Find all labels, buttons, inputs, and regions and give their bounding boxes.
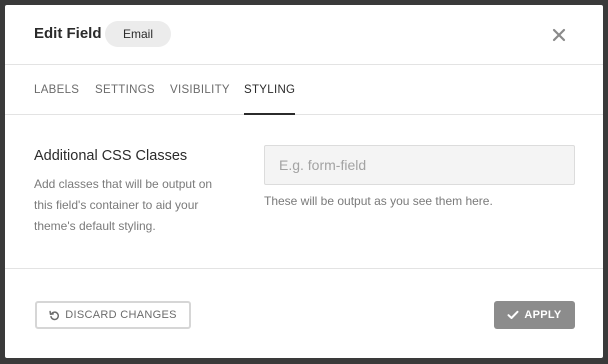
tab-settings[interactable]: SETTINGS xyxy=(95,65,155,115)
modal-title: Edit Field xyxy=(34,25,102,42)
section-description: Add classes that will be output on this … xyxy=(34,177,213,233)
tab-styling[interactable]: STYLING xyxy=(244,65,296,115)
field-type-badge: Email xyxy=(105,21,172,47)
undo-icon xyxy=(49,310,60,321)
discard-changes-button[interactable]: DISCARD CHANGES xyxy=(35,301,191,329)
tab-labels[interactable]: LABELS xyxy=(34,65,79,115)
modal-header: Edit Field Email xyxy=(5,5,603,65)
apply-button[interactable]: APPLY xyxy=(494,301,575,329)
check-icon xyxy=(507,310,519,320)
apply-label: APPLY xyxy=(524,309,562,321)
css-classes-input[interactable] xyxy=(264,145,575,185)
tab-bar: LABELS SETTINGS VISIBILITY STYLING xyxy=(5,65,603,115)
close-icon[interactable] xyxy=(549,25,569,45)
discard-changes-label: DISCARD CHANGES xyxy=(65,309,177,321)
input-help-text: These will be output as you see them her… xyxy=(264,194,493,208)
edit-field-modal: Edit Field Email LABELS SETTINGS VISIBIL… xyxy=(5,5,603,358)
section-title: Additional CSS Classes xyxy=(34,148,188,164)
tab-visibility[interactable]: VISIBILITY xyxy=(170,65,230,115)
modal-footer: DISCARD CHANGES APPLY xyxy=(5,268,603,358)
